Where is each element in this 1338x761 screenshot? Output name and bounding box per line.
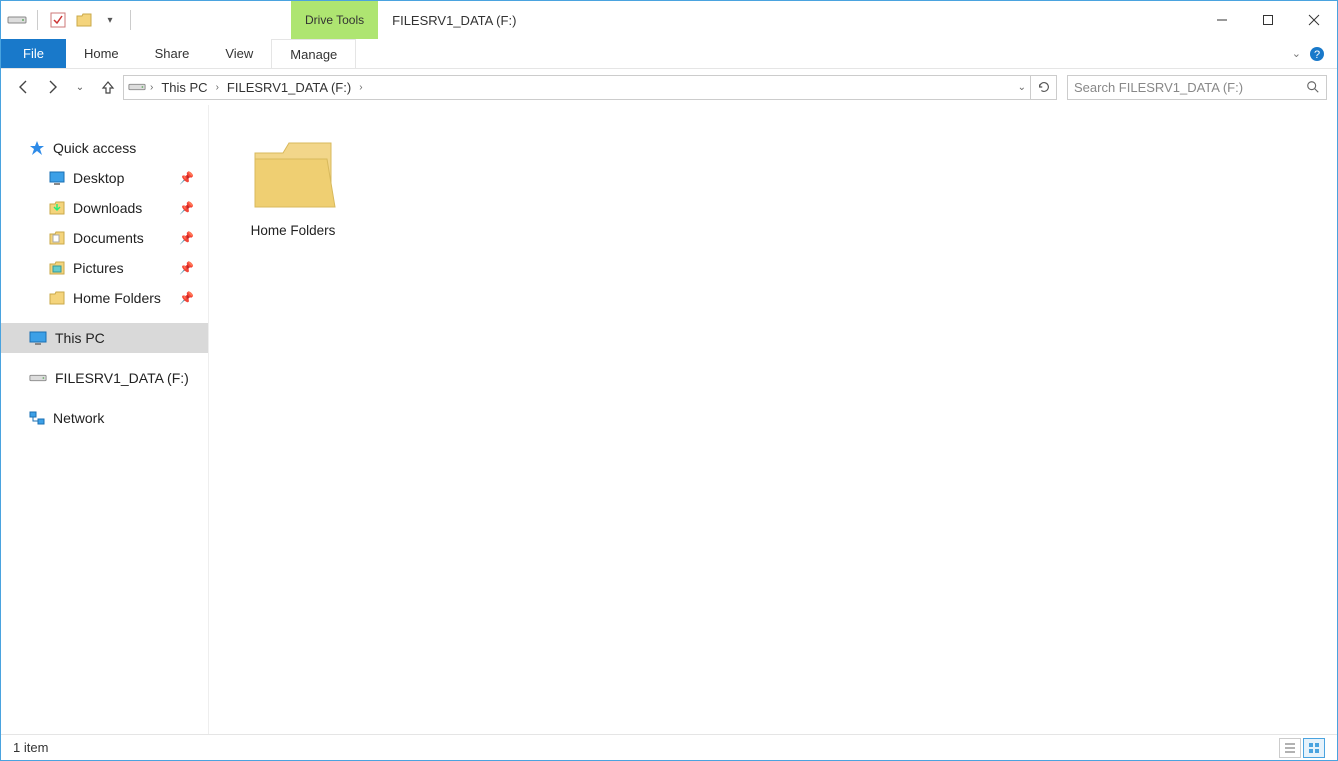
sidebar-item-label: This PC	[55, 330, 105, 346]
sidebar-drive[interactable]: FILESRV1_DATA (F:)	[1, 363, 208, 393]
minimize-button[interactable]	[1199, 1, 1245, 39]
body: Quick access Desktop 📌 Downloads 📌	[1, 105, 1337, 734]
sidebar-item-label: FILESRV1_DATA (F:)	[55, 370, 189, 386]
folder-item[interactable]: Home Folders	[233, 135, 353, 238]
maximize-button[interactable]	[1245, 1, 1291, 39]
sidebar-quick-access[interactable]: Quick access	[1, 133, 208, 163]
view-switch	[1279, 738, 1325, 758]
tab-share[interactable]: Share	[137, 39, 208, 68]
expand-ribbon-icon[interactable]: ⌄	[1292, 47, 1301, 60]
pin-icon: 📌	[179, 261, 194, 275]
sidebar-item-label: Downloads	[73, 200, 142, 216]
search-icon[interactable]	[1306, 80, 1320, 94]
pin-icon: 📌	[179, 171, 194, 185]
folder-item-label: Home Folders	[233, 223, 353, 238]
sidebar-item-label: Quick access	[53, 140, 136, 156]
pictures-icon	[49, 261, 65, 275]
chevron-right-icon[interactable]: ›	[216, 82, 219, 93]
quick-access-toolbar: ▾	[1, 1, 141, 39]
documents-icon	[49, 231, 65, 245]
folder-icon	[49, 291, 65, 305]
computer-icon	[29, 331, 47, 345]
explorer-window: ▾ Drive Tools FILESRV1_DATA (F:) File Ho…	[0, 0, 1338, 761]
sidebar-item-documents[interactable]: Documents 📌	[1, 223, 208, 253]
sidebar-item-desktop[interactable]: Desktop 📌	[1, 163, 208, 193]
sidebar-item-label: Network	[53, 410, 104, 426]
status-bar: 1 item	[1, 734, 1337, 760]
details-view-button[interactable]	[1279, 738, 1301, 758]
sidebar-item-pictures[interactable]: Pictures 📌	[1, 253, 208, 283]
up-button[interactable]	[95, 74, 121, 100]
address-bar[interactable]: › This PC › FILESRV1_DATA (F:) › ⌄	[123, 75, 1031, 100]
sidebar-this-pc[interactable]: This PC	[1, 323, 208, 353]
refresh-button[interactable]	[1031, 75, 1057, 100]
back-button[interactable]	[11, 74, 37, 100]
close-button[interactable]	[1291, 1, 1337, 39]
nav-row: ⌄ › This PC › FILESRV1_DATA (F:) › ⌄	[1, 69, 1337, 105]
star-icon	[29, 140, 45, 156]
folder-icon	[249, 135, 337, 215]
tab-home[interactable]: Home	[66, 39, 137, 68]
qat-dropdown-icon[interactable]: ▾	[100, 12, 120, 28]
divider	[130, 10, 131, 30]
forward-button[interactable]	[39, 74, 65, 100]
tab-view[interactable]: View	[207, 39, 271, 68]
large-icons-view-button[interactable]	[1303, 738, 1325, 758]
ribbon-tabs: File Home Share View Manage ⌄ ?	[1, 39, 1337, 69]
search-placeholder: Search FILESRV1_DATA (F:)	[1074, 80, 1243, 95]
address-dropdown-icon[interactable]: ⌄	[1018, 82, 1026, 93]
sidebar-network[interactable]: Network	[1, 403, 208, 433]
breadcrumb-current[interactable]: FILESRV1_DATA (F:)	[223, 80, 355, 95]
help-icon[interactable]: ?	[1309, 46, 1325, 62]
pin-icon: 📌	[179, 231, 194, 245]
sidebar-item-label: Home Folders	[73, 290, 161, 306]
drive-icon	[29, 373, 47, 383]
sidebar-item-label: Desktop	[73, 170, 124, 186]
drive-icon	[7, 12, 27, 28]
downloads-icon	[49, 201, 65, 215]
recent-dropdown-icon[interactable]: ⌄	[67, 74, 93, 100]
tab-manage[interactable]: Manage	[271, 39, 356, 68]
nav-pane: Quick access Desktop 📌 Downloads 📌	[1, 105, 209, 734]
window-controls	[1199, 1, 1337, 39]
ribbon-right: ⌄ ?	[1280, 39, 1337, 68]
network-icon	[29, 411, 45, 425]
window-title: FILESRV1_DATA (F:)	[378, 1, 530, 39]
breadcrumb-this-pc[interactable]: This PC	[157, 80, 211, 95]
sidebar-item-label: Documents	[73, 230, 144, 246]
sidebar-item-downloads[interactable]: Downloads 📌	[1, 193, 208, 223]
chevron-right-icon[interactable]: ›	[359, 82, 362, 93]
properties-icon[interactable]	[48, 12, 68, 28]
tab-file[interactable]: File	[1, 39, 66, 68]
pin-icon: 📌	[179, 201, 194, 215]
search-box[interactable]: Search FILESRV1_DATA (F:)	[1067, 75, 1327, 100]
new-folder-icon[interactable]	[74, 12, 94, 28]
divider	[37, 10, 38, 30]
pin-icon: 📌	[179, 291, 194, 305]
desktop-icon	[49, 171, 65, 185]
sidebar-item-label: Pictures	[73, 260, 124, 276]
titlebar: ▾ Drive Tools FILESRV1_DATA (F:)	[1, 1, 1337, 39]
content-pane[interactable]: Home Folders	[209, 105, 1337, 734]
drive-icon	[128, 82, 146, 92]
chevron-right-icon[interactable]: ›	[150, 82, 153, 93]
sidebar-item-home-folders[interactable]: Home Folders 📌	[1, 283, 208, 313]
svg-text:?: ?	[1314, 49, 1320, 61]
contextual-tab-drive-tools[interactable]: Drive Tools	[291, 1, 378, 39]
item-count: 1 item	[13, 740, 48, 755]
